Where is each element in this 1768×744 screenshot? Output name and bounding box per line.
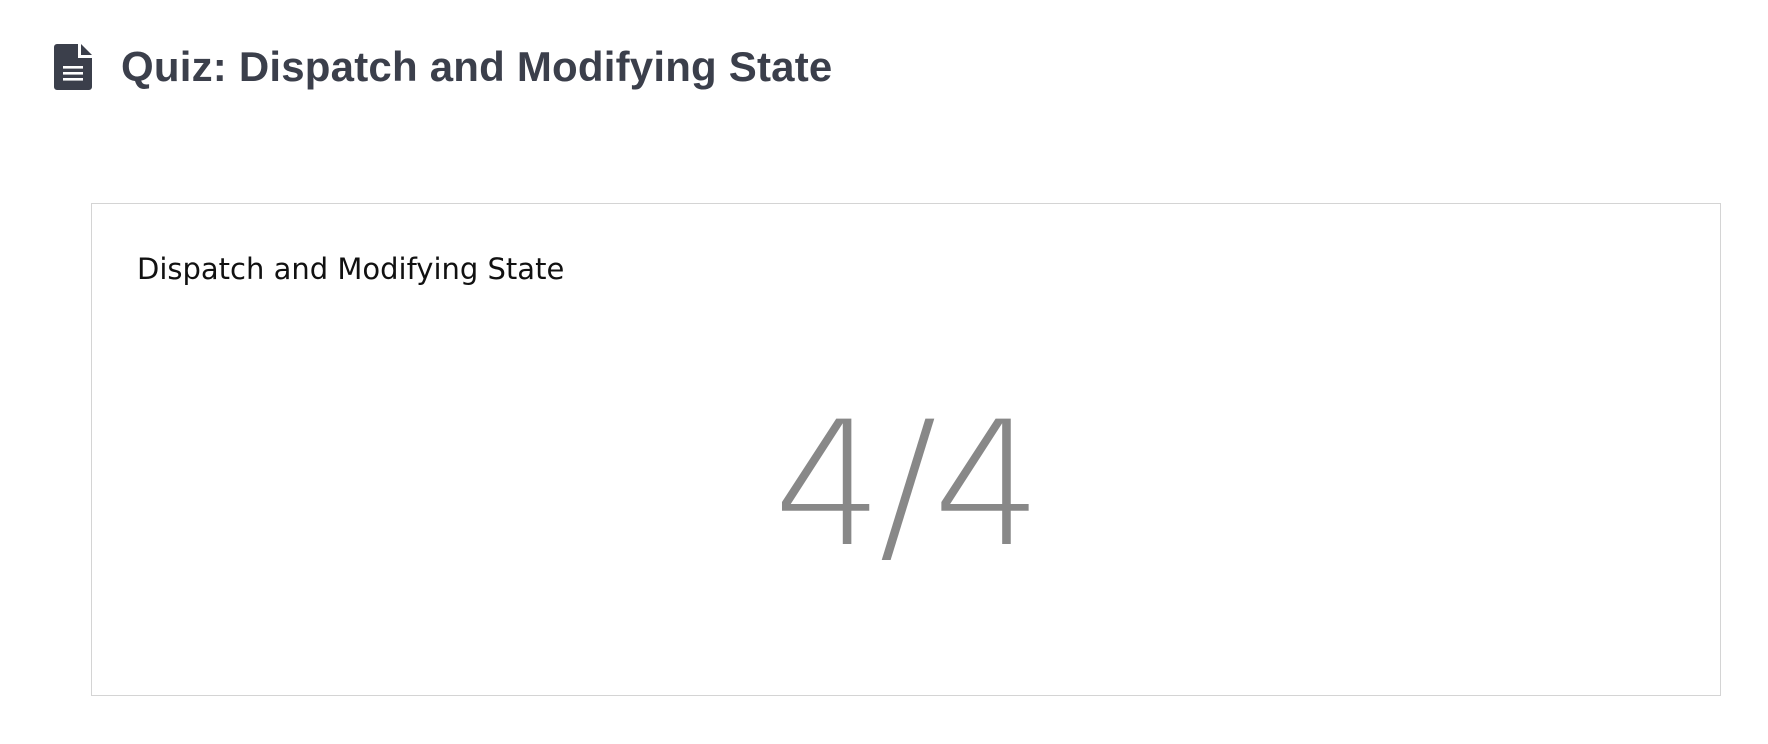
quiz-score: 4/4 <box>773 384 1043 585</box>
page-header: Quiz: Dispatch and Modifying State <box>54 40 833 94</box>
page: Quiz: Dispatch and Modifying State Dispa… <box>0 0 1768 744</box>
quiz-result-card: Dispatch and Modifying State 4/4 <box>91 203 1721 696</box>
document-icon <box>54 44 92 90</box>
quiz-card-title: Dispatch and Modifying State <box>137 252 565 286</box>
page-title: Quiz: Dispatch and Modifying State <box>121 43 833 90</box>
